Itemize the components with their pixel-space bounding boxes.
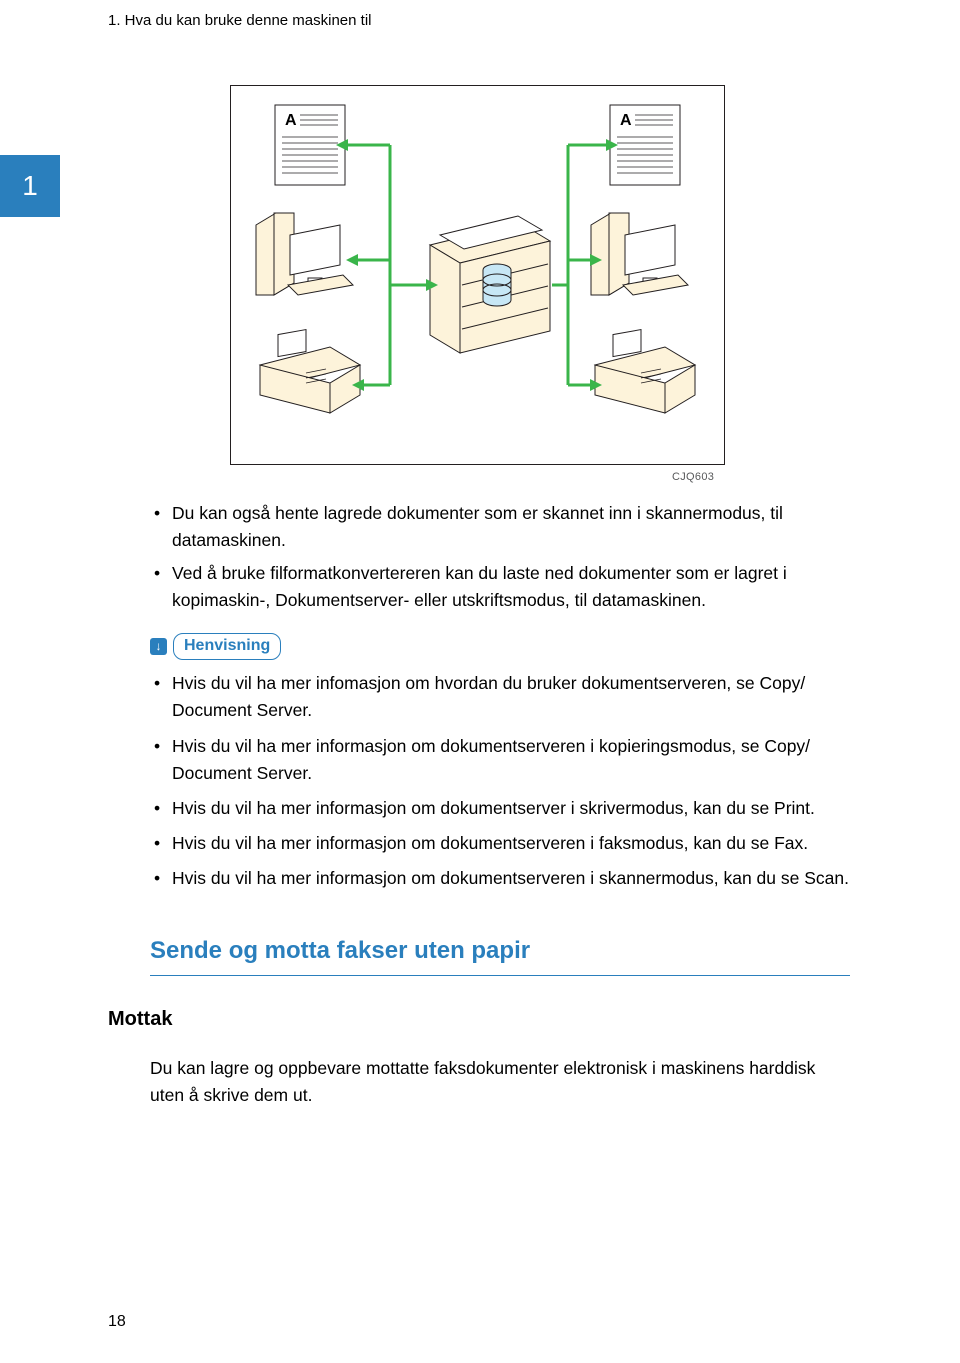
section-heading: Sende og motta fakser uten papir: [150, 932, 850, 976]
arrow-down-icon: ↓: [150, 638, 167, 655]
section-subheading: Mottak: [108, 1004, 850, 1035]
printer-server-icon: [430, 216, 550, 353]
svg-text:A: A: [285, 112, 297, 129]
list-item: Hvis du vil ha mer informasjon om dokume…: [150, 865, 850, 892]
list-item: Hvis du vil ha mer informasjon om dokume…: [150, 830, 850, 857]
document-icon: A: [275, 105, 345, 185]
network-diagram-icon: A A: [230, 85, 725, 465]
section-body: Du kan lagre og oppbevare mottatte faksd…: [150, 1055, 850, 1109]
computer-icon: [256, 213, 353, 295]
svg-text:A: A: [620, 112, 632, 129]
reference-badge: ↓ Henvisning: [150, 633, 281, 661]
running-header: 1. Hva du kan bruke denne maskinen til: [108, 12, 372, 29]
fax-icon: [260, 330, 360, 413]
intro-bullet-list: Du kan også hente lagrede dokumenter som…: [150, 500, 850, 615]
list-item: Hvis du vil ha mer informasjon om dokume…: [150, 733, 850, 787]
list-item: Ved å bruke filformatkonvertereren kan d…: [150, 560, 850, 614]
reference-label: Henvisning: [173, 633, 281, 661]
page-body: Du kan også hente lagrede dokumenter som…: [150, 500, 850, 1110]
list-item: Du kan også hente lagrede dokumenter som…: [150, 500, 850, 554]
fax-icon: [595, 330, 695, 413]
figure-code: CJQ603: [672, 471, 714, 483]
page-number: 18: [108, 1313, 126, 1331]
computer-icon: [591, 213, 688, 295]
list-item: Hvis du vil ha mer infomasjon om hvordan…: [150, 670, 850, 724]
diagram-figure: A A: [230, 85, 725, 480]
reference-list: Hvis du vil ha mer infomasjon om hvordan…: [150, 670, 850, 892]
document-icon: A: [610, 105, 680, 185]
chapter-tab: 1: [0, 155, 60, 217]
list-item: Hvis du vil ha mer informasjon om dokume…: [150, 795, 850, 822]
